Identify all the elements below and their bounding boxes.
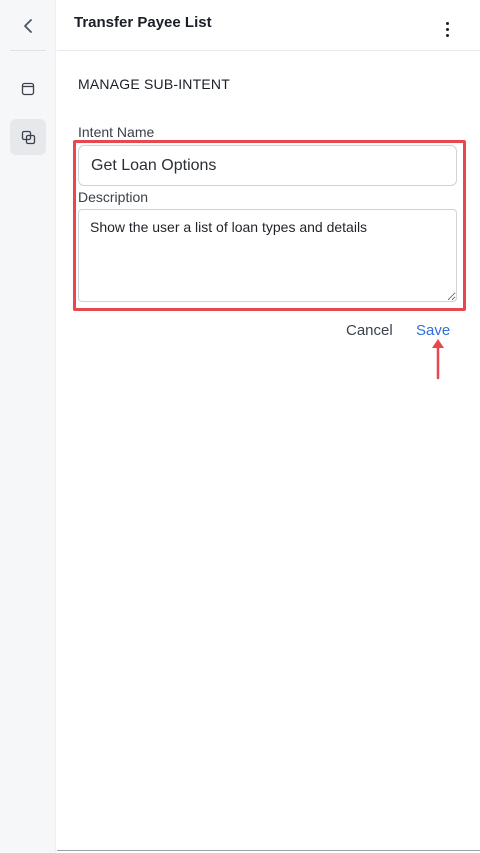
cancel-button[interactable]: Cancel: [340, 320, 399, 341]
window-icon: [21, 82, 35, 96]
panel-header: Transfer Payee List: [57, 0, 480, 51]
rail-divider: [10, 50, 46, 51]
more-vertical-icon[interactable]: [437, 17, 457, 41]
rail-item-copy[interactable]: [10, 119, 46, 155]
copy-icon: [21, 130, 35, 144]
intent-name-label: Intent Name: [78, 124, 155, 140]
description-label: Description: [78, 189, 149, 205]
page-title: Transfer Payee List: [74, 14, 212, 31]
back-button[interactable]: [14, 12, 42, 40]
description-textarea[interactable]: Show the user a list of loan types and d…: [78, 209, 457, 302]
intent-name-input[interactable]: [78, 145, 457, 186]
left-rail: [0, 0, 56, 853]
annotation-arrow-icon: [432, 339, 444, 380]
bottom-divider: [57, 850, 480, 851]
rail-item-window[interactable]: [10, 71, 46, 107]
chevron-left-icon: [24, 19, 32, 33]
section-title: MANAGE SUB-INTENT: [78, 76, 230, 92]
